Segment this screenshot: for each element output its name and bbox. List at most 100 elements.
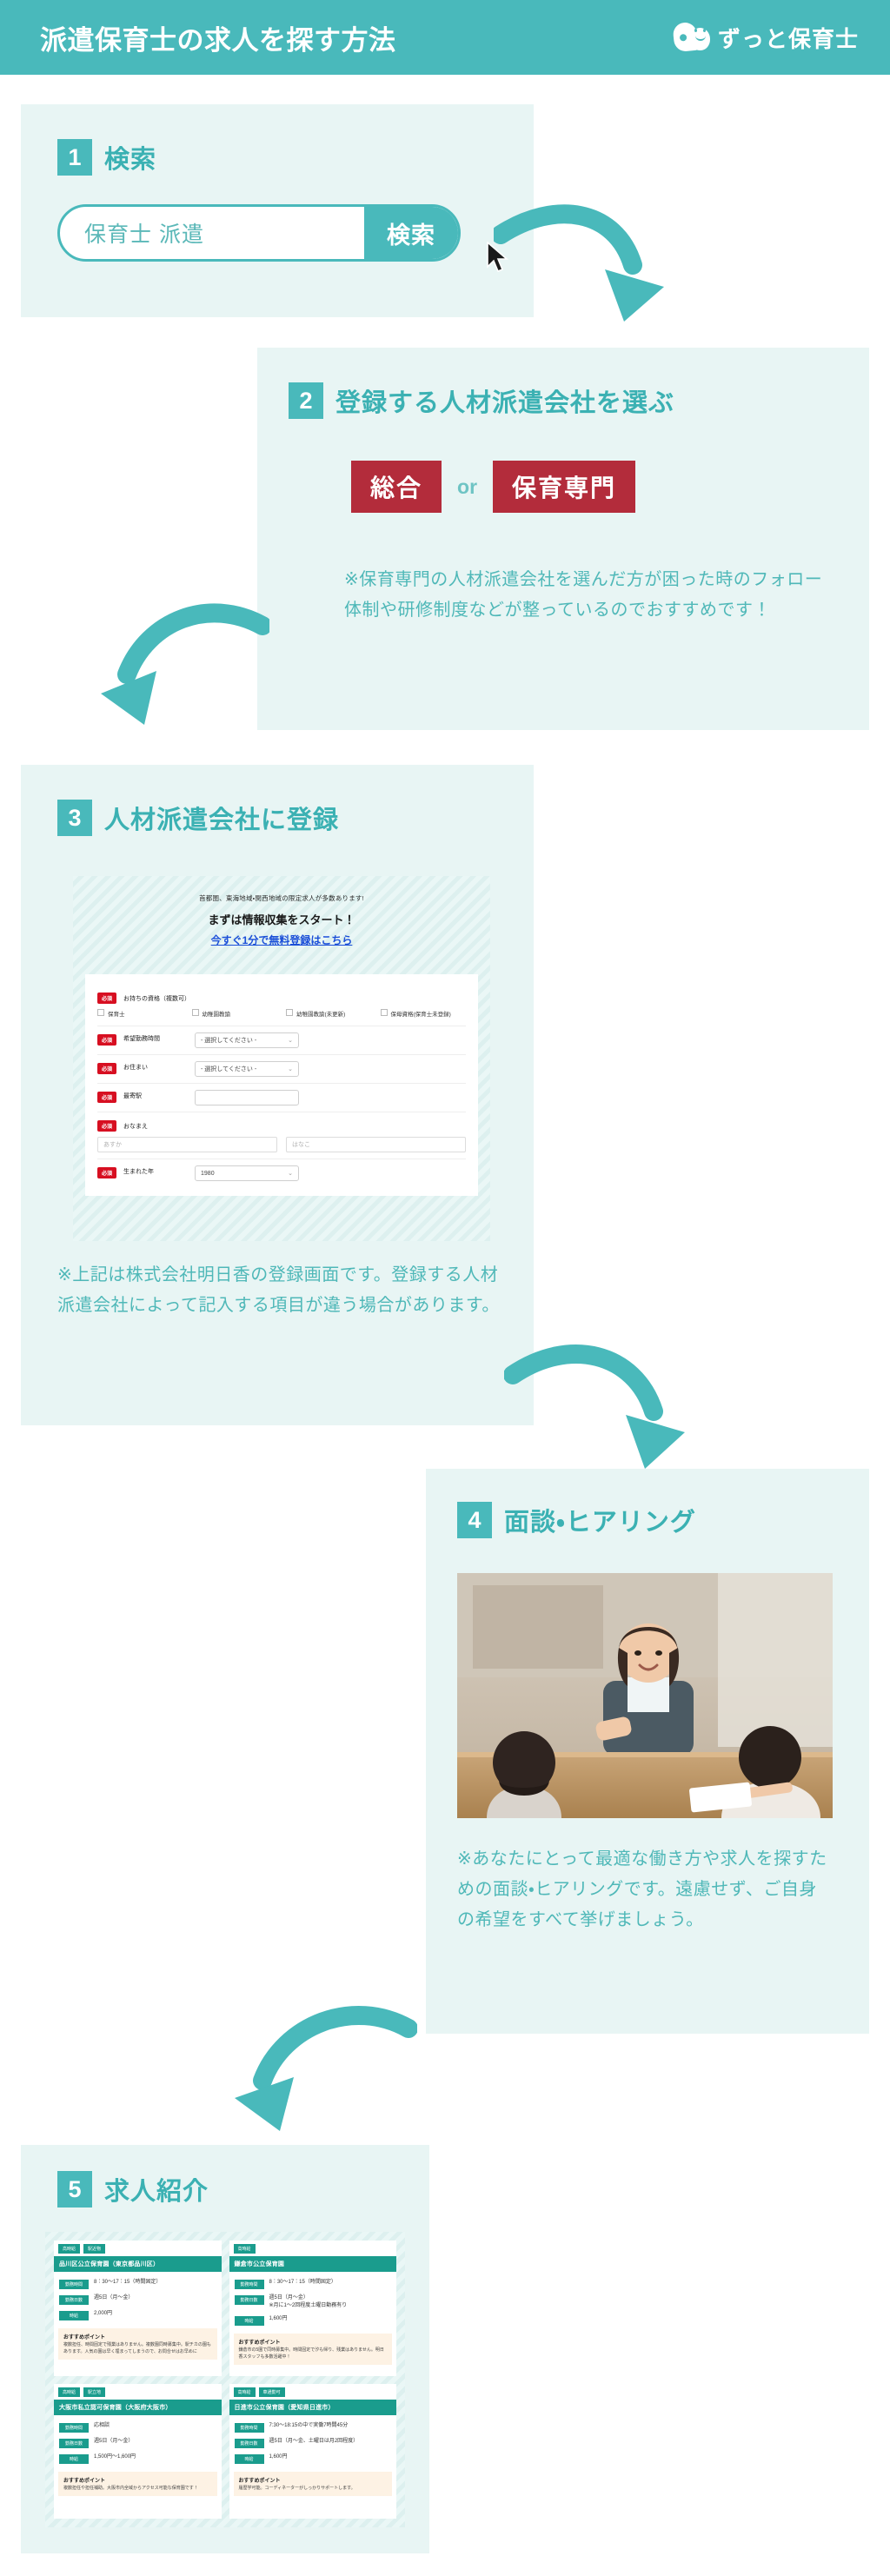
job-row-wage: 時給 2,000円 xyxy=(59,2307,216,2323)
step-3-panel: 3 人材派遣会社に登録 首都圏、東海地域・関西地域の限定求人が多数あります! ま… xyxy=(21,765,534,1425)
checkbox-icon[interactable] xyxy=(97,1009,104,1016)
field-label-preferred-hours: 希望勤務時間 xyxy=(123,1036,161,1042)
job-recommend-body: 複数担任、時間固定で残業はありません。複数園同時募集中。駅チカの園もあります。人… xyxy=(63,2342,211,2354)
checkbox-icon[interactable] xyxy=(286,1009,293,1016)
badge-general: 総合 xyxy=(351,461,442,513)
input-first-name[interactable]: あすか xyxy=(97,1137,277,1152)
select-birth-year[interactable]: 1980 ⌄ xyxy=(195,1165,300,1181)
checkbox-hobo-license[interactable]: 保母資格(保育士未登録) xyxy=(380,1009,467,1018)
job-row-wage: 時給 1,600円 xyxy=(234,2313,392,2328)
checkbox-hoikushi[interactable]: 保育士 xyxy=(97,1009,183,1018)
free-registration-link[interactable]: 今すぐ1分で無料登録はこちら xyxy=(211,933,353,947)
job-key-days: 勤務日数 xyxy=(234,2295,264,2305)
chevron-down-icon: ⌄ xyxy=(288,1038,294,1044)
job-value-days: 週5日（月～金） xyxy=(94,2438,134,2444)
step-1-heading: 1 検索 xyxy=(57,139,156,176)
search-bar[interactable]: 検索 xyxy=(57,204,461,262)
nurse-face-icon xyxy=(672,21,710,54)
select-preferred-hours[interactable]: - 選択してください - ⌄ xyxy=(195,1032,300,1048)
step-3-title: 人材派遣会社に登録 xyxy=(104,807,340,834)
job-recommend-body: 複数担任や担任補助。大阪市内全域からアクセス可能な保育園です！ xyxy=(63,2485,198,2491)
job-recommend-title: おすすめポイント xyxy=(238,2340,281,2346)
select-value: - 選択してください - xyxy=(201,1038,257,1044)
job-card[interactable]: 高時給 駅立地 大阪市私立認可保育園（大阪府大阪市） 勤務時間 応相談 勤務日数… xyxy=(54,2383,222,2519)
search-input[interactable] xyxy=(60,207,364,259)
job-key-days: 勤務日数 xyxy=(59,2295,89,2305)
step-4-heading: 4 面談・ヒアリング xyxy=(457,1502,696,1538)
job-row-hours: 勤務時間 8：30～17：15（時間固定） xyxy=(234,2276,392,2292)
arrow-step4-to-step5 xyxy=(235,2006,417,2131)
arrow-step3-to-step4 xyxy=(504,1344,685,1469)
step-5-panel: 5 求人紹介 高時給 駅近物 品川区公立保育園（東京都品川区） 勤務時間 8：3… xyxy=(21,2145,429,2553)
select-residence[interactable]: - 選択してください - ⌄ xyxy=(195,1061,300,1077)
badge-or-label: or xyxy=(457,475,478,498)
step-3-note: ※上記は株式会社明日香の登録画面です。登録する人材派遣会社によって記入する項目が… xyxy=(57,1265,500,1315)
job-title: 鎌倉市公立保育園 xyxy=(229,2256,396,2272)
step-1-panel: 1 検索 検索 xyxy=(21,104,534,317)
arrow-step1-to-step2 xyxy=(494,204,664,322)
job-card[interactable]: 高時給 車通勤可 日進市公立保育園（愛知県日進市） 勤務時間 7:30～18:1… xyxy=(229,2383,396,2519)
form-row-birth-year: 必須 生まれた年 1980 ⌄ xyxy=(97,1159,466,1187)
job-card[interactable]: 高時給 鎌倉市公立保育園 勤務時間 8：30～17：15（時間固定） 勤務日数 … xyxy=(229,2241,397,2376)
form-row-name: 必須 おなまえ あすか はなこ xyxy=(97,1112,466,1159)
job-key-hours: 勤務時間 xyxy=(234,2422,264,2433)
badge-childcare-specialist: 保育専門 xyxy=(493,461,636,513)
job-recommend-title: おすすめポイント xyxy=(238,2478,281,2484)
job-recommend-body: 履歴学可能。コーディネーターがしっかりサポートします。 xyxy=(238,2485,355,2491)
job-value-hours: 8：30～17：15（時間固定） xyxy=(94,2280,162,2285)
job-key-days: 勤務日数 xyxy=(59,2438,89,2448)
job-recommend-box: おすすめポイント 複数担任や担任補助。大阪市内全域からアクセス可能な保育園です！ xyxy=(58,2471,217,2496)
checkbox-kindergarten-teacher[interactable]: 幼稚園教諭 xyxy=(191,1009,278,1018)
select-value: - 選択してください - xyxy=(201,1066,257,1072)
job-row-days: 勤務日数 週5日（月～金、土曜日は月2回程度） xyxy=(234,2435,392,2451)
step-3-number: 3 xyxy=(57,800,92,836)
job-recommend-title: おすすめポイント xyxy=(63,2478,106,2484)
input-last-name[interactable]: はなこ xyxy=(286,1137,466,1152)
step-1-number: 1 xyxy=(57,139,92,176)
site-logo: ずっと保育士 xyxy=(672,21,859,54)
required-badge: 必須 xyxy=(97,993,117,1004)
job-value-days: 週5日（月～金） xyxy=(94,2295,134,2300)
job-row-days: 勤務日数 週5日（月～金） ※月に1～2回程度土曜日勤務有り xyxy=(234,2292,392,2313)
qualification-checkbox-group[interactable]: 保育士 幼稚園教諭 幼稚園教諭(未更新) 保母資格(保育士未登録) xyxy=(97,1004,466,1019)
form-lead-text: 首都圏、東海地域・関西地域の限定求人が多数あります! xyxy=(199,894,364,902)
job-row-days: 勤務日数 週5日（月～金） xyxy=(59,2435,216,2451)
job-value-wage: 1,600円 xyxy=(269,2316,288,2321)
checkbox-label: 幼稚園教諭 xyxy=(202,1012,231,1018)
job-tag-list: 高時給 駅立地 xyxy=(54,2384,222,2400)
step-1-title: 検索 xyxy=(104,146,157,174)
job-value-days: 週5日（月～金） ※月に1～2回程度土曜日勤務有り xyxy=(269,2295,348,2308)
field-label-qualifications: お持ちの資格（複数可） xyxy=(123,995,191,1002)
form-row-qualifications: 必須 お持ちの資格（複数可） 保育士 幼稚園教諭 幼稚園教諭(未更新) 保母資格… xyxy=(97,985,466,1026)
job-key-wage: 時給 xyxy=(59,2453,89,2464)
interview-photo xyxy=(457,1573,833,1818)
job-key-days: 勤務日数 xyxy=(234,2438,264,2448)
step-4-note: ※あなたにとって最適な働き方や求人を探すための面談・ヒアリングです。遠慮せず、ご… xyxy=(457,1849,827,1929)
checkbox-icon[interactable] xyxy=(191,1009,199,1016)
job-detail-rows: 勤務時間 8：30～17：15（時間固定） 勤務日数 週5日（月～金） ※月に1… xyxy=(229,2272,397,2331)
job-listing-grid: 高時給 駅近物 品川区公立保育園（東京都品川区） 勤務時間 8：30～17：15… xyxy=(45,2232,405,2527)
field-label-birth-year: 生まれた年 xyxy=(123,1169,155,1175)
job-key-wage: 時給 xyxy=(234,2316,264,2326)
search-button[interactable]: 検索 xyxy=(364,207,458,259)
job-recommend-box: おすすめポイント 複数担任、時間固定で残業はありません。複数園同時募集中。駅チカ… xyxy=(58,2328,217,2360)
form-row-preferred-hours: 必須 希望勤務時間 - 選択してください - ⌄ xyxy=(97,1026,466,1055)
job-value-wage: 2,000円 xyxy=(94,2311,113,2316)
job-card[interactable]: 高時給 駅近物 品川区公立保育園（東京都品川区） 勤務時間 8：30～17：15… xyxy=(54,2241,222,2376)
input-nearest-station[interactable] xyxy=(195,1090,300,1105)
job-value-hours: 応相談 xyxy=(94,2422,110,2428)
step-2-panel: 2 登録する人材派遣会社を選ぶ 総合 or 保育専門 ※保育専門の人材派遣会社を… xyxy=(257,348,869,730)
job-key-wage: 時給 xyxy=(59,2311,89,2320)
field-label-name: おなまえ xyxy=(123,1123,149,1130)
job-key-wage: 時給 xyxy=(234,2453,264,2464)
job-recommend-box: おすすめポイント 鎌倉市の5園で同時募集中。時間固定で汐も帰り、残業はありません… xyxy=(233,2334,392,2365)
checkbox-kindergarten-teacher-expired[interactable]: 幼稚園教諭(未更新) xyxy=(286,1009,372,1018)
company-type-badges: 総合 or 保育専門 xyxy=(351,461,636,513)
form-heading: まずは情報収集をスタート！ xyxy=(208,913,355,926)
job-recommend-box: おすすめポイント 履歴学可能。コーディネーターがしっかりサポートします。 xyxy=(233,2471,392,2496)
page-header: 派遣保育士の求人を探す方法 ずっと保育士 xyxy=(0,0,890,75)
checkbox-label: 保育士 xyxy=(108,1012,125,1018)
name-input-group: あすか はなこ xyxy=(97,1132,466,1152)
checkbox-icon[interactable] xyxy=(380,1009,388,1016)
required-badge: 必須 xyxy=(97,1167,117,1178)
